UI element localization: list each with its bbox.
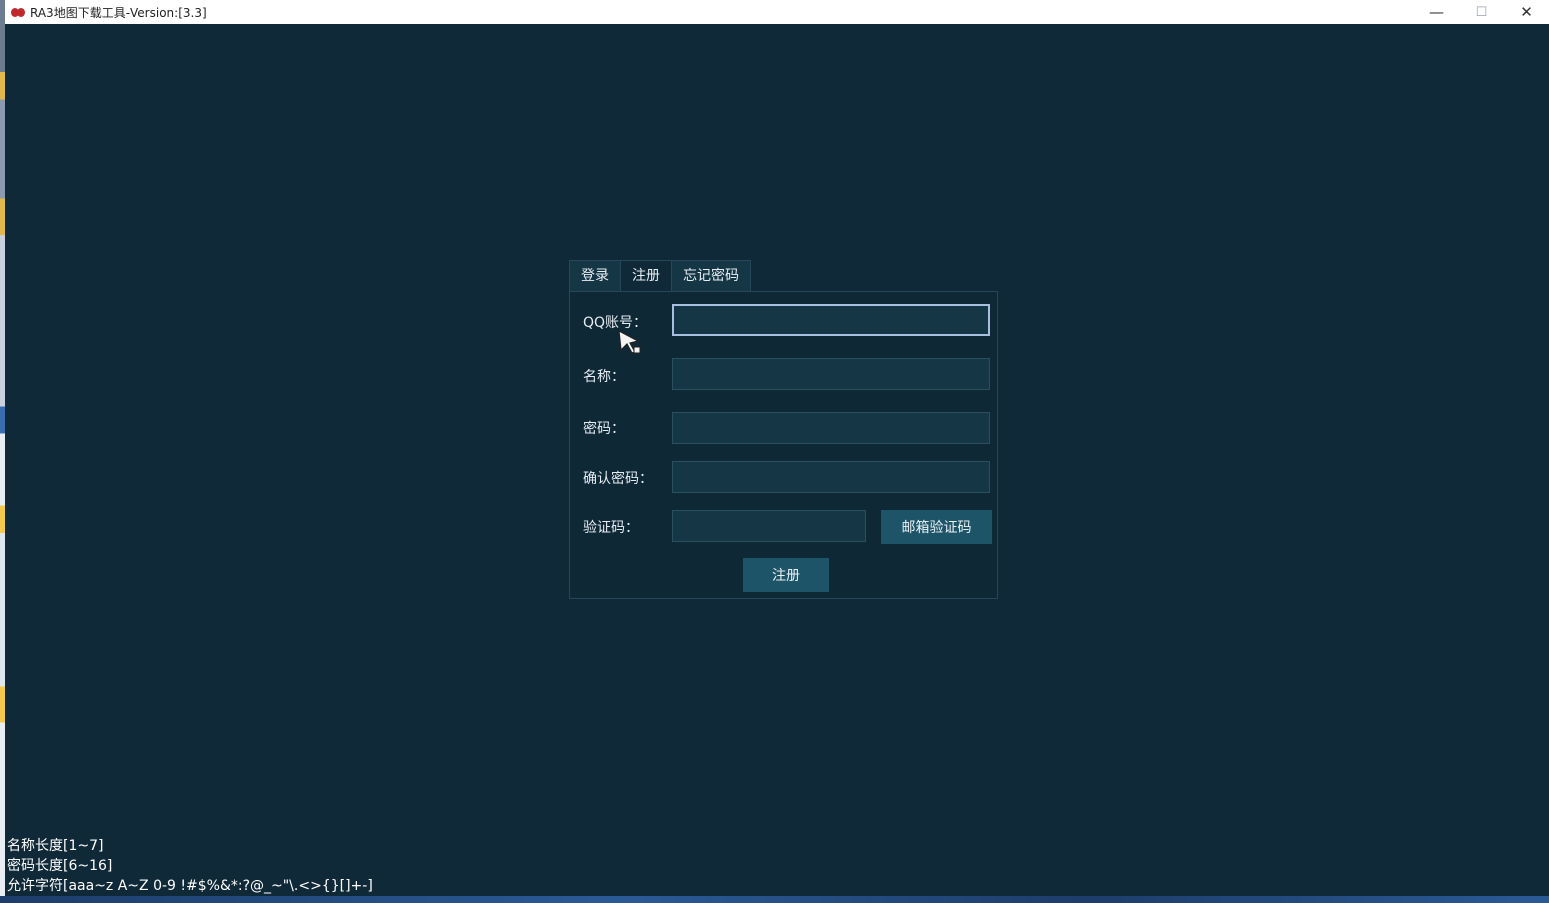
minimize-button[interactable]: — <box>1414 0 1459 24</box>
close-button[interactable]: ✕ <box>1504 0 1549 24</box>
auth-tabs: 登录 注册 忘记密码 <box>569 260 751 293</box>
tab-forgot-password[interactable]: 忘记密码 <box>671 260 751 293</box>
title-bar[interactable]: RA3地图下载工具-Version:[3.3] — ☐ ✕ <box>5 0 1549 24</box>
tab-login[interactable]: 登录 <box>569 260 621 293</box>
register-submit-button[interactable]: 注册 <box>743 558 829 592</box>
allowed-characters-hint: 允许字符[aaa~z A~Z 0-9 !#$%&*:?@_~"\.<>{}[]+… <box>7 878 373 894</box>
password-label: 密码： <box>583 421 625 437</box>
taskbar-edge <box>0 896 1549 903</box>
app-logo-icon <box>11 7 25 18</box>
password-input[interactable] <box>672 412 990 444</box>
qq-account-input[interactable] <box>672 304 990 336</box>
email-code-button[interactable]: 邮箱验证码 <box>881 510 992 544</box>
qq-label: QQ账号： <box>583 315 648 331</box>
confirm-password-label: 确认密码： <box>583 471 653 487</box>
name-label: 名称： <box>583 369 625 385</box>
input-rules-text: 名称长度[1~7] 密码长度[6~16] 允许字符[aaa~z A~Z 0-9 … <box>7 836 373 896</box>
window-title: RA3地图下载工具-Version:[3.3] <box>30 5 207 20</box>
confirm-password-input[interactable] <box>672 461 990 493</box>
mouse-cursor-icon <box>618 330 641 354</box>
verification-code-label: 验证码： <box>583 520 639 536</box>
tab-register[interactable]: 注册 <box>620 260 672 293</box>
password-length-hint: 密码长度[6~16] <box>7 858 113 874</box>
app-client-area: 登录 注册 忘记密码 QQ账号： 名称： 密码： 确认密码： 验证码： 邮箱验证… <box>5 24 1549 896</box>
maximize-button[interactable]: ☐ <box>1459 0 1504 24</box>
verification-code-input[interactable] <box>672 510 866 542</box>
name-length-hint: 名称长度[1~7] <box>7 838 104 854</box>
name-input[interactable] <box>672 358 990 390</box>
